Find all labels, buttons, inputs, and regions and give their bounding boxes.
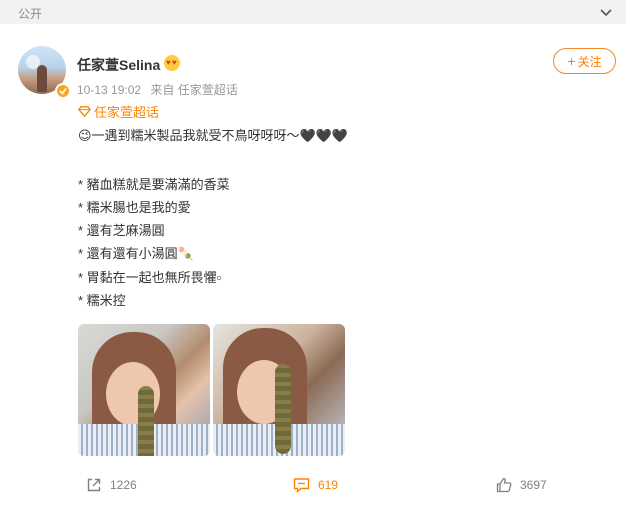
post-text-line: * 還有芝麻湯圓 — [78, 223, 165, 238]
post-text-line: * 糯米控 — [78, 293, 126, 308]
post-photo-1[interactable] — [78, 324, 210, 456]
username[interactable]: 任家萱Selina — [77, 55, 160, 75]
comment-button[interactable]: 619 — [293, 471, 338, 499]
avatar-figure — [37, 65, 47, 92]
post-photo-2[interactable] — [213, 324, 345, 456]
repost-button[interactable]: 1226 — [86, 471, 137, 499]
like-button[interactable]: 3697 — [496, 471, 547, 499]
post-source[interactable]: 来自 任家萱超话 — [150, 83, 237, 97]
follow-label: 关注 — [577, 54, 602, 69]
post-meta: 10-13 19:02 来自 任家萱超话 — [77, 81, 244, 98]
photo-rice-stick — [138, 386, 154, 456]
repost-count: 1226 — [110, 478, 137, 492]
comment-count: 619 — [318, 478, 339, 492]
verified-badge-icon — [55, 83, 71, 99]
post-text-line: * 還有還有小湯圓🍡 — [78, 246, 194, 261]
chevron-down-icon[interactable] — [600, 6, 612, 18]
post-text-line: * 胃黏在一起也無所畏懼▫ — [78, 270, 222, 285]
post-text-line: * 豬血糕就是要滿滿的香菜 — [78, 177, 230, 192]
comment-icon — [293, 478, 310, 493]
follow-button[interactable]: + 关注 — [553, 48, 616, 74]
diamond-icon — [78, 106, 91, 117]
visibility-label: 公开 — [18, 7, 43, 21]
post-text-line: 😉一遇到糯米製品我就受不鳥呀呀呀～🖤🖤🖤 — [78, 128, 349, 143]
plus-icon: + — [567, 53, 576, 69]
like-count: 3697 — [520, 478, 547, 492]
thumbs-up-icon — [496, 477, 512, 493]
repost-icon — [87, 478, 101, 492]
heart-eyes-emoji-icon: ♥ ♥ — [164, 55, 180, 71]
photo-rice-stick — [275, 364, 291, 454]
visibility-bar: 公开 — [0, 0, 626, 24]
supertopic-label: 任家萱超话 — [94, 105, 160, 120]
post-text-line: * 糯米腸也是我的愛 — [78, 200, 191, 215]
post-date[interactable]: 10-13 19:02 — [77, 83, 141, 97]
post-card: 任家萱Selina ♥ ♥ 10-13 19:02 来自 任家萱超话 + 关注 任… — [0, 24, 626, 515]
supertopic-link[interactable]: 任家萱超话 — [78, 102, 159, 121]
